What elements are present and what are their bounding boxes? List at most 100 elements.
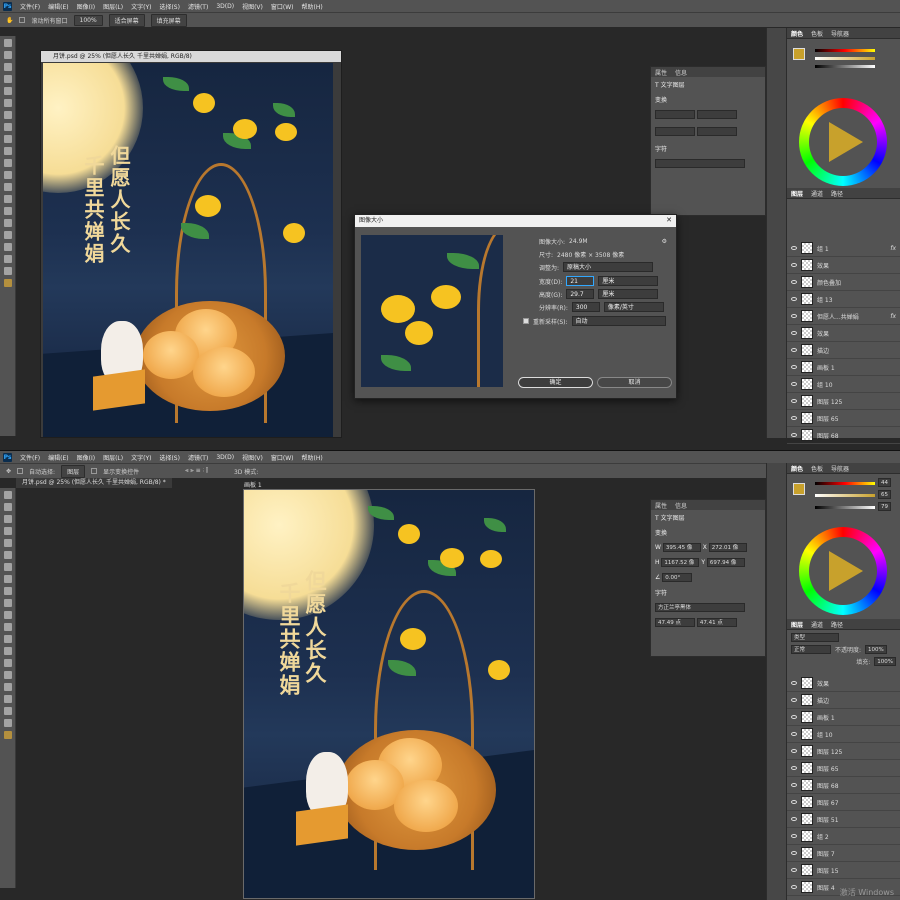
lasso-tool-icon[interactable] [4,515,12,523]
cancel-button[interactable]: 取消 [597,377,672,388]
visibility-eye-icon[interactable] [791,348,797,352]
resample-checkbox[interactable] [523,318,529,324]
visibility-eye-icon[interactable] [791,331,797,335]
layer-row[interactable]: 效果 [787,257,900,274]
eraser-tool-icon[interactable] [4,611,12,619]
stamp-tool-icon[interactable] [4,587,12,595]
layer-row[interactable]: 图层 65 [787,760,900,777]
menu-3d[interactable]: 3D(D) [216,454,234,461]
gradient-tool-icon[interactable] [4,623,12,631]
tab-color[interactable]: 颜色 [791,464,803,473]
angle-field[interactable]: 0.00° [662,573,693,582]
quick-select-tool-icon[interactable] [4,527,12,535]
path-select-tool-icon[interactable] [4,231,12,239]
crop-tool-icon[interactable] [4,87,12,95]
menu-file[interactable]: 文件(F) [20,453,40,462]
visibility-eye-icon[interactable] [791,732,797,736]
layer-row[interactable]: 描边 [787,342,900,359]
layer-row[interactable]: 图层 125 [787,743,900,760]
fill-input[interactable]: 100% [874,657,896,666]
menu-3d[interactable]: 3D(D) [216,3,234,10]
layer-row[interactable]: 图层 7 [787,845,900,862]
ok-button[interactable]: 确定 [518,377,593,388]
tab-channels[interactable]: 通道 [811,620,823,629]
tab-navigator[interactable]: 导航器 [831,464,849,473]
hand-tool-icon[interactable] [4,255,12,263]
height-unit-select[interactable]: 厘米 [598,289,659,299]
h-field[interactable]: 1167.52 像 [661,558,700,567]
fill-screen-button[interactable]: 填充屏幕 [150,13,187,27]
tab-swatches[interactable]: 色板 [811,29,823,38]
scroll-all-checkbox[interactable] [19,17,26,23]
menu-image[interactable]: 图像(I) [77,453,95,462]
layer-row[interactable]: 图层 68 [787,427,900,444]
lasso-tool-icon[interactable] [4,63,12,71]
layer-row[interactable]: 图层 67 [787,794,900,811]
tab-info[interactable]: 信息 [675,68,687,77]
layer-row[interactable]: 组 13 [787,291,900,308]
tab-layers[interactable]: 图层 [791,189,803,198]
settings-gear-icon[interactable]: ⚙ [662,238,667,245]
foreground-color-icon[interactable] [4,731,12,739]
tab-paths[interactable]: 路径 [831,189,843,198]
layer-row[interactable]: 组 2 [787,828,900,845]
layer-row[interactable]: 效果 [787,675,900,692]
menu-help[interactable]: 帮助(H) [302,453,323,462]
menu-window[interactable]: 窗口(W) [271,453,294,462]
layer-row[interactable]: 颜色叠加 [787,274,900,291]
visibility-eye-icon[interactable] [791,834,797,838]
eraser-tool-icon[interactable] [4,159,12,167]
marquee-tool-icon[interactable] [4,51,12,59]
h-field[interactable] [655,127,695,136]
x-field[interactable] [696,110,737,119]
resolution-unit-select[interactable]: 像素/英寸 [603,302,664,312]
x-field[interactable]: 272.01 像 [708,543,747,552]
tab-channels[interactable]: 通道 [811,189,823,198]
artboard-label[interactable]: 画板 1 [244,480,262,489]
brush-tool-icon[interactable] [4,123,12,131]
visibility-eye-icon[interactable] [791,800,797,804]
color-triangle[interactable] [829,551,863,591]
foreground-color-icon[interactable] [4,279,12,287]
brightness-slider[interactable] [815,65,875,68]
leading-field[interactable]: 47.41 点 [696,618,737,627]
history-brush-icon[interactable] [4,599,12,607]
visibility-eye-icon[interactable] [791,382,797,386]
tab-layers[interactable]: 图层 [791,620,803,629]
visibility-eye-icon[interactable] [791,681,797,685]
menu-layer[interactable]: 图层(L) [103,453,123,462]
zoom-100-button[interactable]: 100% [73,14,103,26]
fit-to-select[interactable]: 原稿大小 [563,262,654,272]
saturation-slider[interactable] [815,494,875,497]
dialog-preview[interactable] [361,235,503,387]
layer-row[interactable]: 效果 [787,325,900,342]
menu-filter[interactable]: 滤镜(T) [188,2,208,11]
layer-effects-badge[interactable]: fx [890,245,896,252]
visibility-eye-icon[interactable] [791,297,797,301]
w-field[interactable]: 395.45 像 [662,543,701,552]
menu-type[interactable]: 文字(Y) [131,453,151,462]
hue-value[interactable]: 44 [878,477,891,487]
tab-properties[interactable]: 属性 [655,501,667,510]
color-wheel[interactable] [799,527,887,615]
gradient-tool-icon[interactable] [4,171,12,179]
hue-slider[interactable] [815,49,875,52]
y-field[interactable]: 697.94 像 [706,558,745,567]
menu-help[interactable]: 帮助(H) [302,2,323,11]
layer-row[interactable]: 组 1 fx [787,240,900,257]
layer-row[interactable]: 图层 125 [787,393,900,410]
tab-navigator[interactable]: 导航器 [831,29,849,38]
tab-paths[interactable]: 路径 [831,620,843,629]
w-field[interactable] [655,110,695,119]
text-tool-icon[interactable] [4,671,12,679]
brightness-value[interactable]: 79 [878,501,891,511]
menu-image[interactable]: 图像(I) [77,2,95,11]
menu-view[interactable]: 视图(V) [242,453,263,462]
font-size-field[interactable]: 47.49 点 [655,618,695,627]
width-unit-select[interactable]: 厘米 [598,276,659,286]
menu-layer[interactable]: 图层(L) [103,2,123,11]
visibility-eye-icon[interactable] [791,263,797,267]
saturation-slider[interactable] [815,57,875,60]
align-icons[interactable]: ⫷ ⫸ ≡ ⫶ ⫿ [185,467,208,475]
blend-mode-select[interactable]: 正常 [791,645,831,654]
